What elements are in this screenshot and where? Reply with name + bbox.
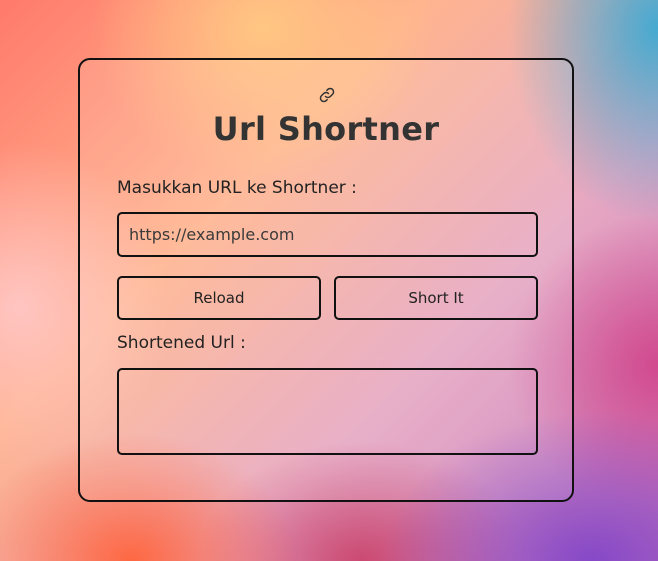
shortener-card: Url Shortner Masukkan URL ke Shortner : … [78, 58, 574, 502]
reload-button[interactable]: Reload [117, 276, 321, 320]
link-icon [319, 87, 335, 103]
url-input-label: Masukkan URL ke Shortner : [117, 178, 357, 198]
shortened-url-label: Shortened Url : [117, 333, 246, 353]
short-it-button[interactable]: Short It [334, 276, 538, 320]
url-input[interactable] [117, 212, 538, 257]
page-title: Url Shortner [212, 110, 440, 148]
shortened-url-output[interactable] [117, 368, 538, 455]
